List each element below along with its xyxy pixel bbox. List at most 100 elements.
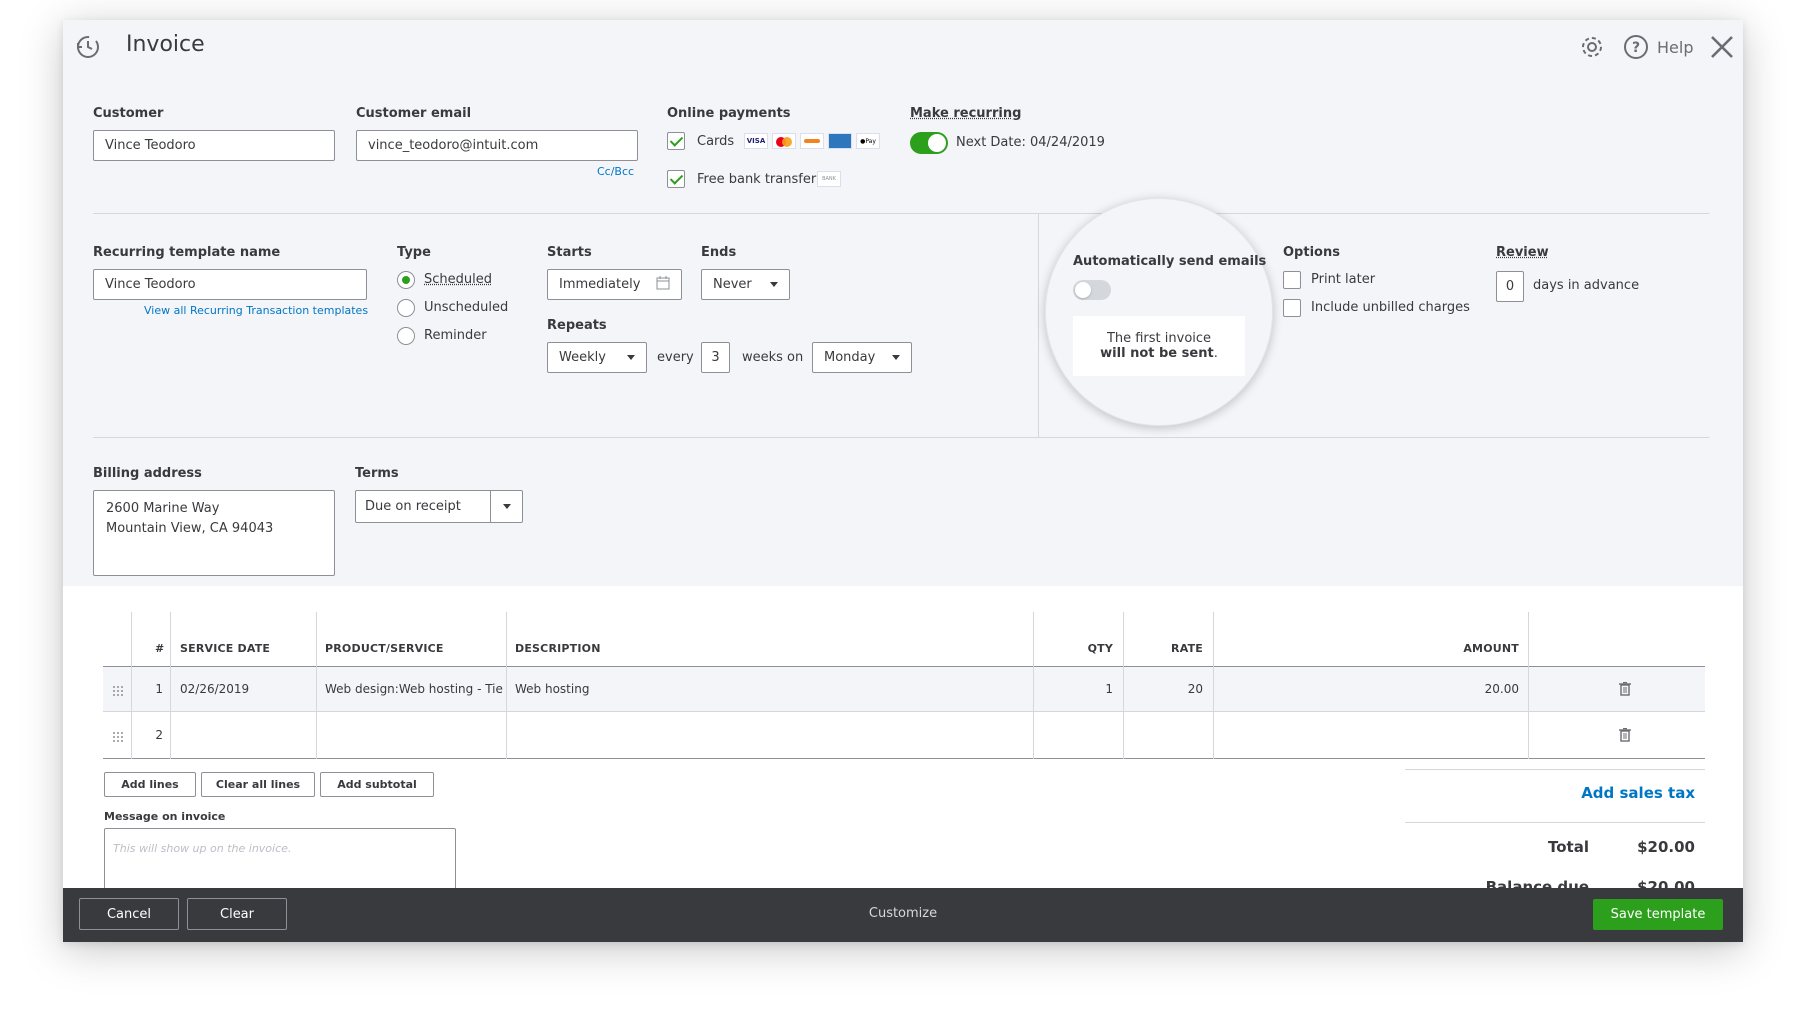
ends-value: Never (713, 277, 752, 292)
ends-select[interactable]: Never (701, 269, 790, 300)
repeats-interval-input[interactable]: 3 (701, 342, 730, 373)
row-number: 1 (155, 682, 163, 696)
calendar-icon[interactable] (656, 275, 670, 294)
bank-badge: BANK (817, 171, 841, 187)
row-number: 2 (155, 728, 163, 742)
drag-handle-icon[interactable] (112, 728, 124, 747)
ends-label: Ends (701, 245, 737, 260)
auto-send-note-line2-wrap: will not be sent. (1100, 346, 1218, 361)
type-reminder-label[interactable]: Reminder (424, 328, 487, 343)
auto-send-magnifier (1045, 198, 1273, 426)
review-days-input[interactable]: 0 (1496, 271, 1524, 302)
review-days-label: days in advance (1533, 278, 1640, 293)
template-name-input[interactable]: Vince Teodoro (93, 269, 367, 300)
type-label: Type (397, 245, 431, 260)
weeks-on-label: weeks on (742, 350, 804, 365)
row-product[interactable]: Web design:Web hosting - Tier 1 (325, 682, 503, 696)
cards-checkbox[interactable] (667, 132, 685, 150)
billing-address-input[interactable]: 2600 Marine Way Mountain View, CA 94043 (93, 490, 335, 576)
message-label: Message on invoice (104, 810, 226, 823)
template-name-label: Recurring template name (93, 245, 281, 260)
cancel-button[interactable]: Cancel (79, 898, 179, 930)
customer-value: Vince Teodoro (105, 138, 196, 153)
customer-email-input[interactable]: vince_teodoro@intuit.com (356, 130, 638, 161)
col-header-qty: QTY (1087, 642, 1113, 655)
auto-send-note: The first invoice will not be sent. (1073, 316, 1245, 376)
row-rate[interactable]: 20 (1123, 682, 1203, 696)
bank-transfer-checkbox[interactable] (667, 170, 685, 188)
help-icon[interactable]: ? (1623, 34, 1649, 60)
gear-icon[interactable] (1579, 34, 1605, 60)
col-header-service-date: SERVICE DATE (180, 642, 271, 655)
repeats-label: Repeats (547, 318, 607, 333)
auto-send-note-period: . (1213, 346, 1218, 361)
type-scheduled-radio[interactable] (397, 271, 415, 289)
card-logos: VISA ●Pay (744, 133, 880, 149)
chevron-down-icon (627, 355, 635, 360)
next-date: Next Date: 04/24/2019 (956, 135, 1105, 150)
add-subtotal-button[interactable]: Add subtotal (320, 772, 434, 797)
clear-button[interactable]: Clear (187, 898, 287, 930)
customer-email-label: Customer email (356, 106, 472, 121)
row-description[interactable]: Web hosting (515, 682, 1025, 696)
type-scheduled-label[interactable]: Scheduled (424, 272, 492, 287)
row-service-date[interactable]: 02/26/2019 (180, 682, 310, 696)
discover-icon (800, 133, 824, 149)
print-later-checkbox[interactable] (1283, 271, 1301, 289)
col-header-amount: AMOUNT (1463, 642, 1519, 655)
page-title: Invoice (126, 32, 205, 57)
chevron-down-icon (892, 355, 900, 360)
customer-email-value: vince_teodoro@intuit.com (368, 138, 539, 153)
terms-select[interactable]: Due on receipt (355, 490, 523, 523)
total-label: Total (1548, 838, 1589, 856)
totals-mid-divider (1405, 822, 1705, 823)
clear-all-lines-button[interactable]: Clear all lines (201, 772, 315, 797)
invoice-window: Invoice ? Help Customer Vince Teodoro Cu… (63, 20, 1743, 942)
totals-top-divider (1405, 769, 1705, 770)
review-label[interactable]: Review (1496, 245, 1549, 260)
auto-send-label: Automatically send emails (1073, 254, 1267, 269)
customer-label: Customer (93, 106, 164, 121)
trash-icon[interactable] (1619, 727, 1631, 746)
col-header-description: DESCRIPTION (515, 642, 601, 655)
save-template-button[interactable]: Save template (1593, 899, 1723, 930)
repeats-frequency-select[interactable]: Weekly (547, 342, 647, 373)
recurring-toggle[interactable] (910, 132, 948, 154)
view-all-templates-link[interactable]: View all Recurring Transaction templates (144, 304, 368, 317)
section-divider-1 (93, 213, 1709, 214)
include-unbilled-label: Include unbilled charges (1311, 300, 1470, 315)
auto-send-toggle[interactable] (1073, 280, 1111, 300)
type-unscheduled-radio[interactable] (397, 299, 415, 317)
customize-link[interactable]: Customize (853, 906, 953, 921)
trash-icon[interactable] (1619, 681, 1631, 700)
terms-dropdown[interactable] (490, 491, 522, 522)
starts-input[interactable]: Immediately (547, 269, 682, 300)
drag-handle-icon[interactable] (112, 682, 124, 701)
repeats-frequency-value: Weekly (559, 350, 606, 365)
table-row-border (103, 711, 1705, 712)
type-reminder-radio[interactable] (397, 327, 415, 345)
row-qty[interactable]: 1 (1033, 682, 1113, 696)
row-amount[interactable]: 20.00 (1213, 682, 1519, 696)
make-recurring-label[interactable]: Make recurring (910, 106, 1021, 121)
every-label: every (657, 350, 694, 365)
starts-label: Starts (547, 245, 592, 260)
starts-value: Immediately (559, 277, 641, 292)
col-divider (316, 612, 317, 759)
help-link[interactable]: Help (1657, 38, 1693, 57)
review-days-value: 0 (1505, 279, 1515, 294)
section-divider-2 (93, 437, 1709, 438)
customer-input[interactable]: Vince Teodoro (93, 130, 335, 161)
include-unbilled-checkbox[interactable] (1283, 299, 1301, 317)
add-lines-button[interactable]: Add lines (104, 772, 196, 797)
terms-value: Due on receipt (365, 499, 461, 514)
mastercard-icon (772, 133, 796, 149)
repeats-day-select[interactable]: Monday (812, 342, 912, 373)
bank-transfer-label: Free bank transfer (697, 172, 817, 187)
type-unscheduled-label[interactable]: Unscheduled (424, 300, 508, 315)
add-sales-tax-link[interactable]: Add sales tax (1405, 784, 1695, 802)
auto-send-note-line1: The first invoice (1106, 331, 1212, 346)
close-icon[interactable] (1709, 34, 1735, 60)
cc-bcc-link[interactable]: Cc/Bcc (597, 165, 634, 178)
col-divider (1528, 612, 1529, 759)
